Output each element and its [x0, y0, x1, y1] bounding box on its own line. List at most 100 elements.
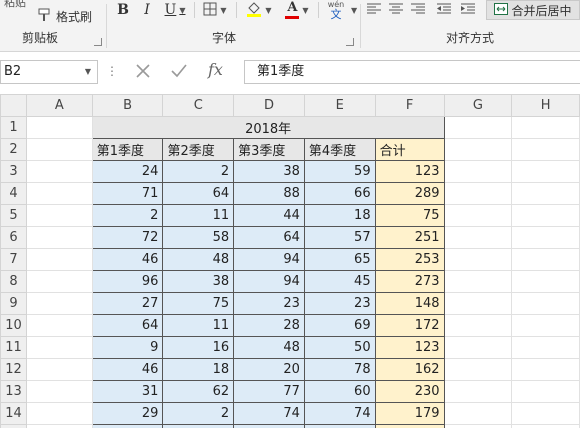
- row-header[interactable]: 15: [0, 424, 27, 428]
- cell[interactable]: [25, 226, 93, 249]
- cell[interactable]: [511, 116, 580, 139]
- q4-cell[interactable]: 57: [303, 226, 376, 249]
- fill-color-button[interactable]: ▼: [242, 0, 276, 20]
- q2-cell[interactable]: 62: [162, 380, 235, 403]
- q3-cell[interactable]: 94: [233, 270, 305, 293]
- cell[interactable]: [443, 204, 513, 227]
- cell[interactable]: [443, 380, 513, 403]
- column-header[interactable]: D: [233, 94, 305, 117]
- total-cell[interactable]: 179: [374, 402, 445, 425]
- cell[interactable]: [25, 402, 93, 425]
- q4-cell[interactable]: 65: [303, 248, 376, 271]
- cell[interactable]: [511, 160, 580, 183]
- align-left-button[interactable]: [364, 2, 384, 18]
- q1-cell[interactable]: 27: [91, 292, 164, 315]
- header-cell-total[interactable]: 合计: [374, 138, 445, 161]
- q4-cell[interactable]: 69: [303, 314, 376, 337]
- total-cell[interactable]: 289: [374, 182, 445, 205]
- cell[interactable]: [443, 358, 513, 381]
- row-header[interactable]: 3: [0, 160, 27, 183]
- cell[interactable]: [511, 204, 580, 227]
- cell[interactable]: [25, 182, 93, 205]
- cell[interactable]: [443, 314, 513, 337]
- cell[interactable]: [25, 160, 93, 183]
- cell[interactable]: [443, 226, 513, 249]
- column-header[interactable]: E: [303, 94, 376, 117]
- q2-cell[interactable]: 16: [162, 336, 235, 359]
- row-header[interactable]: 11: [0, 336, 27, 359]
- cell[interactable]: [25, 424, 93, 428]
- cell[interactable]: [511, 226, 580, 249]
- insert-function-icon[interactable]: fx: [208, 60, 223, 79]
- cell[interactable]: [25, 116, 93, 139]
- borders-button[interactable]: ▼: [200, 0, 230, 20]
- q1-cell[interactable]: 24: [91, 160, 164, 183]
- q1-cell[interactable]: 31: [91, 380, 164, 403]
- column-header[interactable]: F: [374, 94, 445, 117]
- cancel-icon[interactable]: [134, 62, 152, 83]
- row-header[interactable]: 12: [0, 358, 27, 381]
- q1-cell[interactable]: 46: [91, 248, 164, 271]
- cell[interactable]: [443, 424, 513, 428]
- paste-button[interactable]: 粘贴: [4, 0, 26, 10]
- q1-cell[interactable]: 72: [91, 226, 164, 249]
- q4-cell[interactable]: 74: [303, 402, 376, 425]
- q4-cell[interactable]: 78: [303, 358, 376, 381]
- italic-button[interactable]: I: [138, 0, 156, 20]
- row-header[interactable]: 9: [0, 292, 27, 315]
- header-cell-q2[interactable]: 第2季度: [162, 138, 235, 161]
- q4-cell[interactable]: 23: [303, 292, 376, 315]
- format-painter-button[interactable]: 格式刷: [38, 6, 92, 26]
- total-cell[interactable]: 230: [374, 380, 445, 403]
- cell[interactable]: [511, 182, 580, 205]
- enter-icon[interactable]: [170, 62, 188, 83]
- cell[interactable]: [25, 138, 93, 161]
- q3-cell[interactable]: 77: [233, 380, 305, 403]
- total-cell[interactable]: 172: [374, 314, 445, 337]
- cell[interactable]: [511, 314, 580, 337]
- total-cell[interactable]: 273: [374, 270, 445, 293]
- q4-cell[interactable]: 40: [303, 424, 376, 428]
- column-header[interactable]: H: [511, 94, 580, 117]
- q3-cell[interactable]: 64: [233, 226, 305, 249]
- cell[interactable]: [443, 182, 513, 205]
- more-options-icon[interactable]: ⋮: [106, 64, 118, 78]
- cell[interactable]: [25, 248, 93, 271]
- row-header[interactable]: 5: [0, 204, 27, 227]
- cell[interactable]: [25, 292, 93, 315]
- formula-input[interactable]: 第1季度: [244, 60, 580, 84]
- q3-cell[interactable]: 80: [233, 424, 305, 428]
- total-cell[interactable]: 161: [374, 424, 445, 428]
- cell[interactable]: [443, 336, 513, 359]
- column-header[interactable]: C: [162, 94, 235, 117]
- cell[interactable]: [443, 248, 513, 271]
- q4-cell[interactable]: 50: [303, 336, 376, 359]
- q4-cell[interactable]: 45: [303, 270, 376, 293]
- q3-cell[interactable]: 48: [233, 336, 305, 359]
- q2-cell[interactable]: 75: [162, 292, 235, 315]
- cell[interactable]: [443, 116, 513, 139]
- q2-cell[interactable]: 38: [162, 270, 235, 293]
- cell[interactable]: [443, 402, 513, 425]
- total-cell[interactable]: 162: [374, 358, 445, 381]
- q1-cell[interactable]: 9: [91, 336, 164, 359]
- q1-cell[interactable]: 1: [91, 424, 164, 428]
- title-cell[interactable]: 2018年: [91, 116, 445, 139]
- total-cell[interactable]: 123: [374, 336, 445, 359]
- q2-cell[interactable]: 2: [162, 160, 235, 183]
- total-cell[interactable]: 123: [374, 160, 445, 183]
- cell[interactable]: [511, 424, 580, 428]
- total-cell[interactable]: 75: [374, 204, 445, 227]
- q3-cell[interactable]: 74: [233, 402, 305, 425]
- row-header[interactable]: 7: [0, 248, 27, 271]
- row-header[interactable]: 13: [0, 380, 27, 403]
- q1-cell[interactable]: 29: [91, 402, 164, 425]
- row-header[interactable]: 2: [0, 138, 27, 161]
- cell[interactable]: [443, 270, 513, 293]
- cell[interactable]: [25, 270, 93, 293]
- q4-cell[interactable]: 60: [303, 380, 376, 403]
- q1-cell[interactable]: 64: [91, 314, 164, 337]
- row-header[interactable]: 8: [0, 270, 27, 293]
- clipboard-launcher-icon[interactable]: [94, 38, 102, 46]
- q3-cell[interactable]: 28: [233, 314, 305, 337]
